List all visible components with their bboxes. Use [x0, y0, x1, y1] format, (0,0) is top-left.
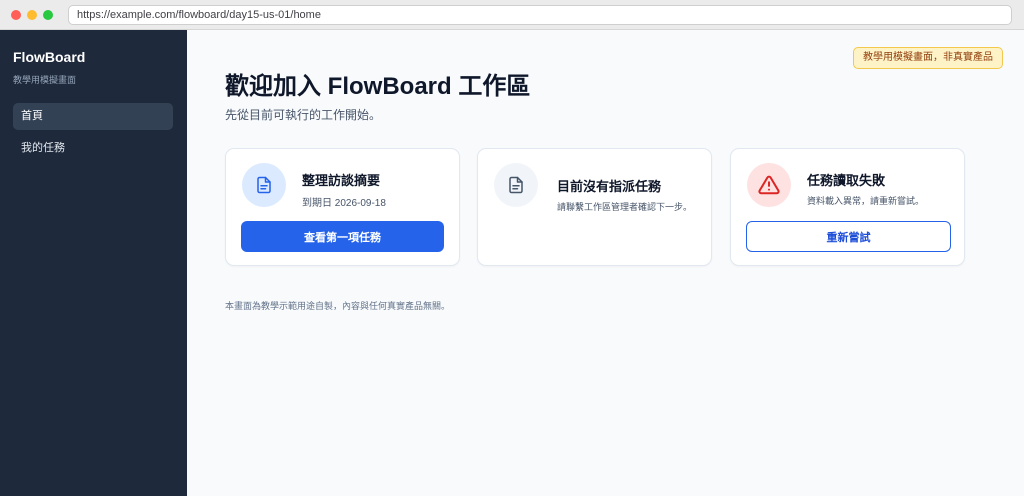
- retry-button[interactable]: 重新嘗試: [746, 221, 951, 252]
- demo-notice-badge: 教學用模擬畫面，非真實產品: [853, 47, 1003, 69]
- browser-toolbar: https://example.com/flowboard/day15-us-0…: [0, 0, 1024, 30]
- maximize-window-button[interactable]: [43, 10, 53, 20]
- due-date: 到期日 2026-09-18: [302, 198, 386, 209]
- footnote: 本畫面為教學示範用途自製，內容與任何真實產品無關。: [225, 301, 451, 311]
- card-title: 任務讀取失敗: [807, 173, 886, 188]
- sidebar-item-home[interactable]: 首頁: [13, 103, 173, 130]
- view-first-task-button[interactable]: 查看第一項任務: [241, 221, 444, 252]
- empty-state-card: 目前沒有指派任務 請聯繫工作區管理者確認下一步。: [477, 148, 712, 266]
- task-card: 整理訪談摘要 到期日 2026-09-18 查看第一項任務: [225, 148, 460, 266]
- page-title: 歡迎加入 FlowBoard 工作區: [225, 73, 531, 100]
- document-icon: [494, 163, 538, 207]
- page-subtitle: 先從目前可執行的工作開始。: [225, 108, 382, 122]
- error-message: 資料載入異常，請重新嘗試。: [807, 196, 925, 206]
- brand-subtitle: 教學用模擬畫面: [13, 75, 77, 85]
- card-description: 請聯繫工作區管理者確認下一步。: [557, 202, 693, 212]
- address-bar[interactable]: https://example.com/flowboard/day15-us-0…: [68, 5, 1012, 25]
- document-icon: [242, 163, 286, 207]
- warning-icon: [747, 163, 791, 207]
- minimize-window-button[interactable]: [27, 10, 37, 20]
- card-title: 整理訪談摘要: [302, 173, 381, 188]
- brand-logo-text: FlowBoard: [13, 49, 86, 65]
- error-card: 任務讀取失敗 資料載入異常，請重新嘗試。 重新嘗試: [730, 148, 965, 266]
- close-window-button[interactable]: [11, 10, 21, 20]
- main-content: 教學用模擬畫面，非真實產品 歡迎加入 FlowBoard 工作區 先從目前可執行…: [187, 30, 1024, 496]
- card-title: 目前沒有指派任務: [557, 179, 662, 194]
- sidebar: FlowBoard 教學用模擬畫面 首頁 我的任務: [0, 30, 187, 496]
- sidebar-item-my-tasks[interactable]: 我的任務: [13, 135, 173, 162]
